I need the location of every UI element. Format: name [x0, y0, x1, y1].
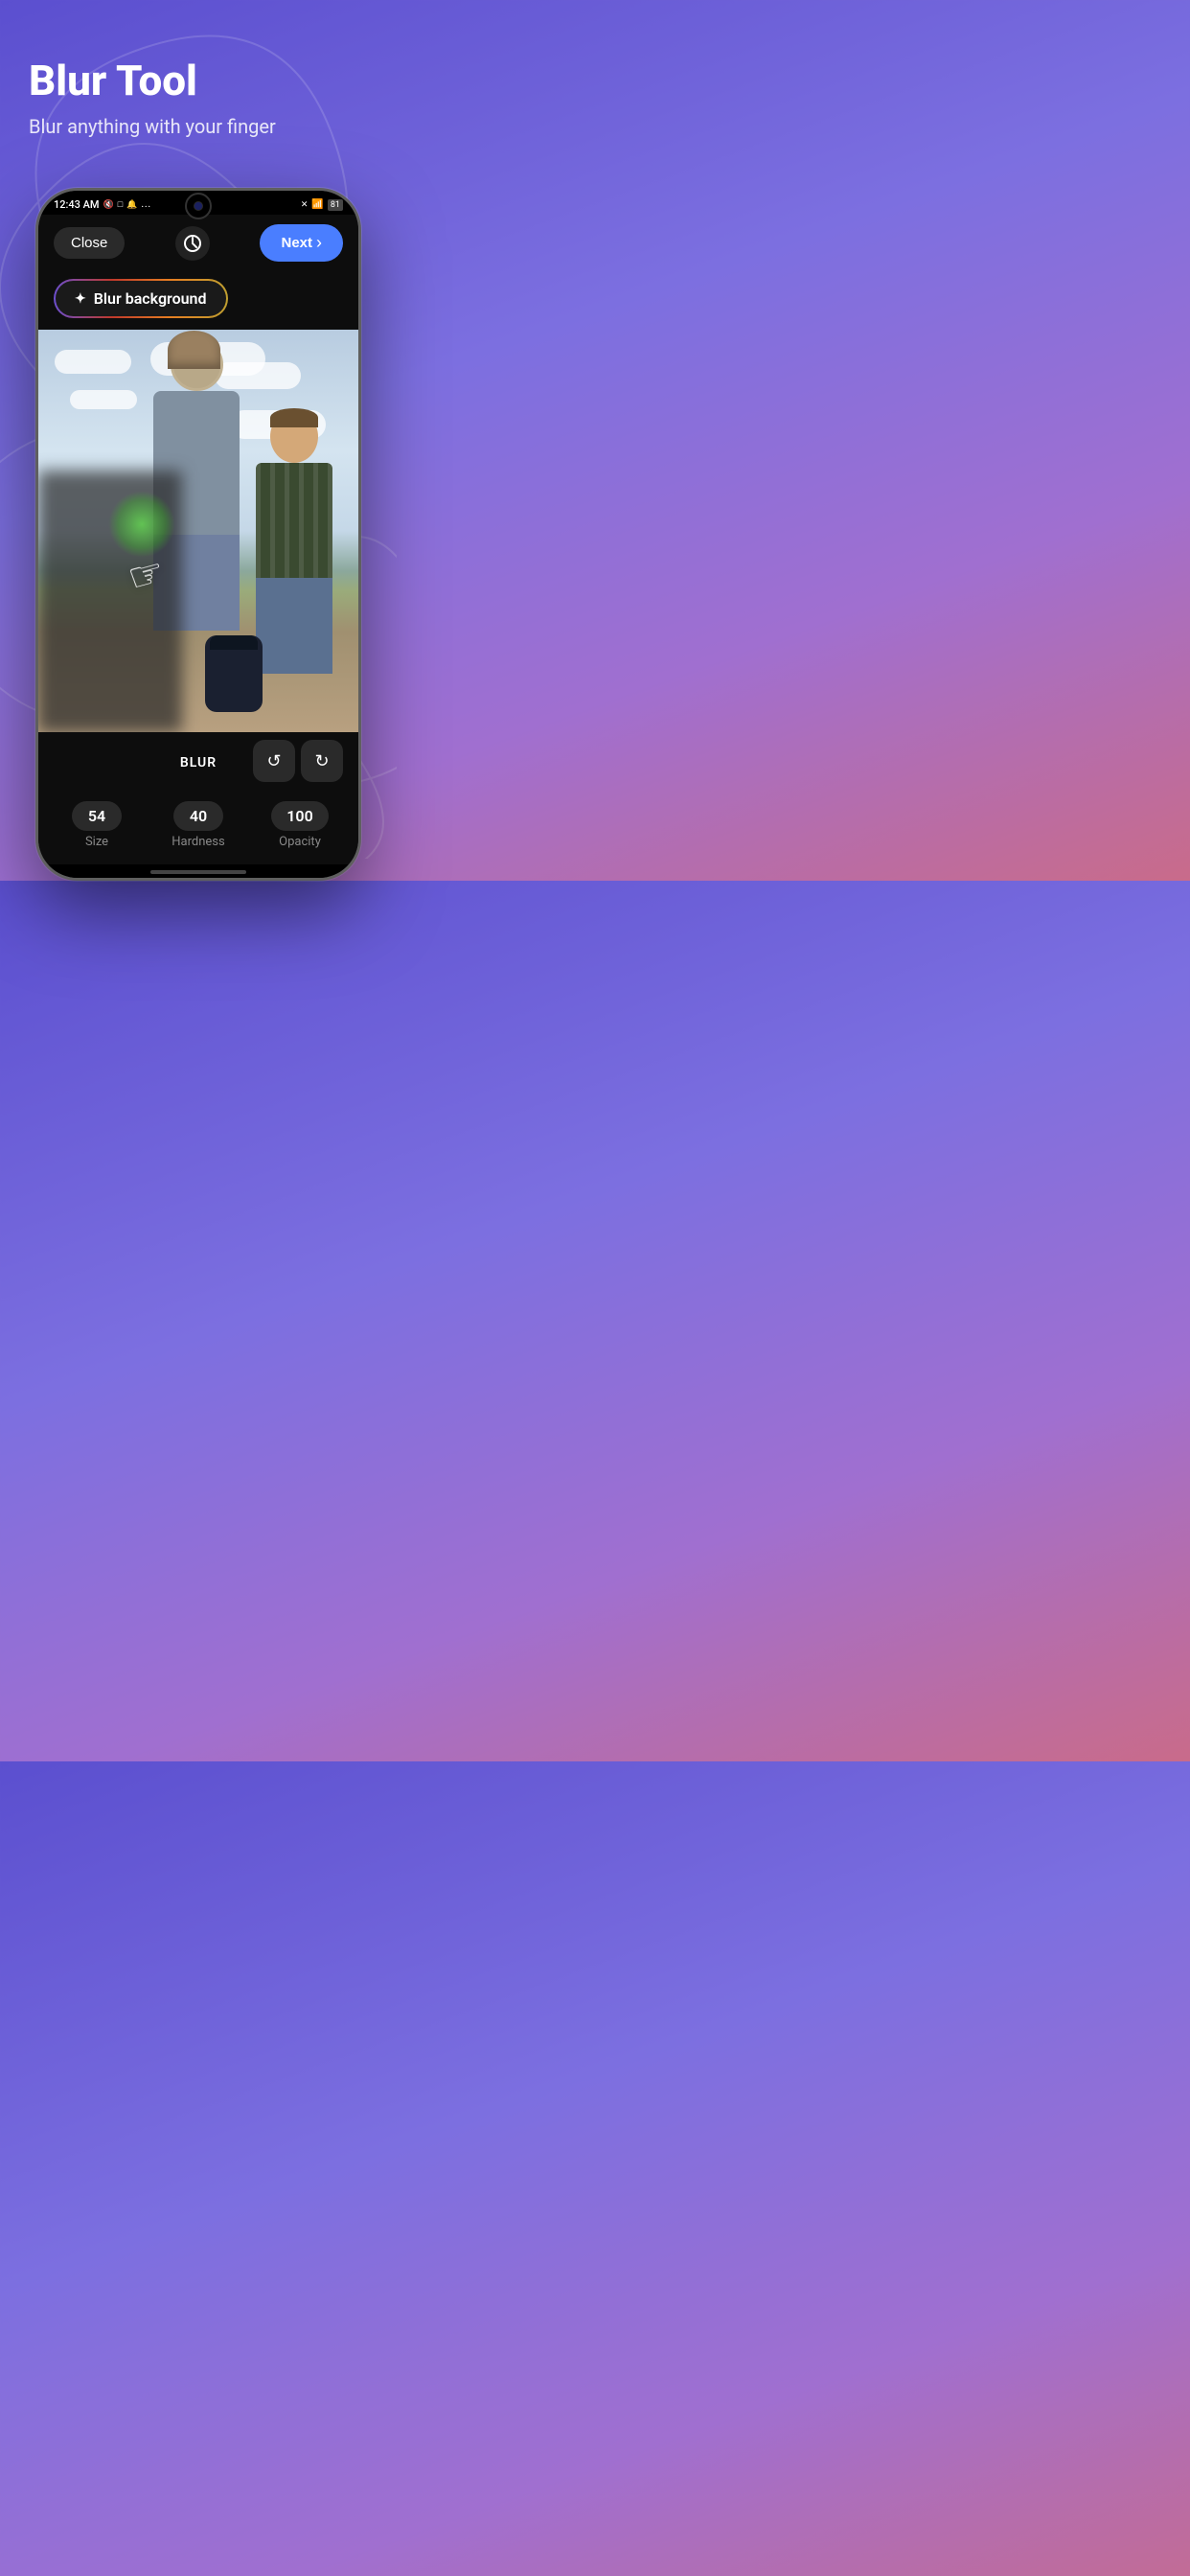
photo-canvas[interactable]: ☞ [38, 330, 358, 732]
blur-background-button: ✦ Blur background [56, 281, 226, 316]
phone-frame: 12:43 AM 🔇 □ 🔔 ... ✕ 📶 81 Cl [35, 188, 361, 881]
camera-lens [194, 201, 203, 211]
home-indicator [150, 870, 246, 874]
sparkle-icon: ✦ [75, 291, 86, 307]
sliders-section: 54 Size 40 Hardness 100 Opacity [38, 790, 358, 864]
slider-value-0: 54 [72, 801, 122, 831]
phone-mockup: 12:43 AM 🔇 □ 🔔 ... ✕ 📶 81 Cl [35, 188, 361, 881]
header-section: Blur Tool Blur anything with your finger [0, 0, 397, 169]
slider-label-1: Hardness [172, 835, 224, 849]
slider-item-opacity[interactable]: 100 Opacity [249, 801, 351, 849]
photo-background: ☞ [38, 330, 358, 732]
undo-button[interactable]: ↺ [253, 740, 295, 782]
slider-label-2: Opacity [279, 835, 321, 849]
slider-label-0: Size [85, 835, 108, 849]
cloud-4 [70, 390, 137, 409]
camera-area [185, 193, 212, 219]
phone-bottom-bar [38, 864, 358, 878]
slider-value-1: 40 [173, 801, 223, 831]
close-button[interactable]: Close [54, 227, 125, 259]
slider-item-size[interactable]: 54 Size [46, 801, 148, 849]
app-logo [175, 226, 210, 261]
status-bar: 12:43 AM 🔇 □ 🔔 ... ✕ 📶 81 [38, 191, 358, 215]
page-subtitle: Blur anything with your finger [29, 113, 368, 140]
undo-redo-group: ↺ ↻ [246, 740, 343, 782]
cloud-1 [55, 350, 131, 374]
blur-background-button-wrapper[interactable]: ✦ Blur background [54, 279, 228, 318]
backpack [205, 635, 263, 712]
status-time: 12:43 AM 🔇 □ 🔔 ... [54, 198, 151, 211]
next-button[interactable]: Next › [260, 224, 343, 262]
redo-button[interactable]: ↻ [301, 740, 343, 782]
page-title: Blur Tool [29, 58, 368, 104]
app-toolbar: Close Next › [38, 215, 358, 271]
status-indicators: ✕ 📶 81 [301, 199, 343, 211]
blur-mode-label: BLUR [180, 755, 217, 770]
blur-bg-section: ✦ Blur background [38, 271, 358, 330]
front-camera [185, 193, 212, 219]
blur-controls-bar: BLUR ↺ ↻ [38, 732, 358, 790]
slider-item-hardness[interactable]: 40 Hardness [148, 801, 249, 849]
slider-value-2: 100 [271, 801, 328, 831]
